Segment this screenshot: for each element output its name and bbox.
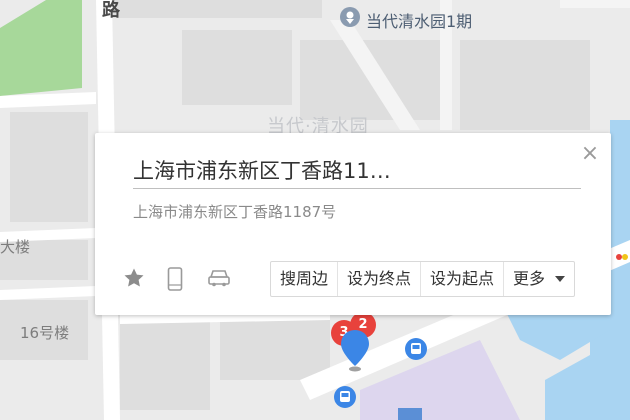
block <box>10 112 88 222</box>
block <box>112 0 322 18</box>
dark-rect <box>398 408 422 420</box>
action-button-group: 搜周边 设为终点 设为起点 更多 <box>270 261 576 297</box>
place-address: 上海市浦东新区丁香路1187号 <box>133 203 337 221</box>
more-dropdown-button[interactable]: 更多 <box>503 262 574 296</box>
search-nearby-button[interactable]: 搜周边 <box>271 262 337 296</box>
car-icon[interactable] <box>207 267 231 291</box>
bus-stop-icon[interactable] <box>405 338 427 360</box>
place-info-popup: × 上海市浦东新区丁香路11… 上海市浦东新区丁香路1187号 搜周边 设为终点… <box>95 133 611 315</box>
bus-stop-icon[interactable] <box>334 386 356 408</box>
poi-label[interactable]: 当代清水园1期 <box>366 8 472 32</box>
divider <box>133 188 581 189</box>
more-label: 更多 <box>513 269 546 288</box>
place-title: 上海市浦东新区丁香路11… <box>133 159 391 183</box>
block <box>120 320 210 410</box>
set-origin-button[interactable]: 设为起点 <box>420 262 503 296</box>
favorite-star-icon[interactable] <box>123 267 145 291</box>
building-label: 大楼 <box>0 238 31 256</box>
building-label: 16号楼 <box>20 324 70 342</box>
road-label: 路 <box>102 0 120 21</box>
chevron-down-icon <box>555 276 566 282</box>
location-pin-icon[interactable] <box>340 328 372 374</box>
road <box>560 0 630 8</box>
block <box>182 30 292 105</box>
traffic-light-icon <box>614 252 630 262</box>
block <box>460 40 590 130</box>
block <box>220 320 330 380</box>
set-destination-button[interactable]: 设为终点 <box>337 262 420 296</box>
phone-icon[interactable] <box>167 267 183 291</box>
close-button[interactable]: × <box>579 143 601 165</box>
poi-icon[interactable] <box>340 7 360 27</box>
